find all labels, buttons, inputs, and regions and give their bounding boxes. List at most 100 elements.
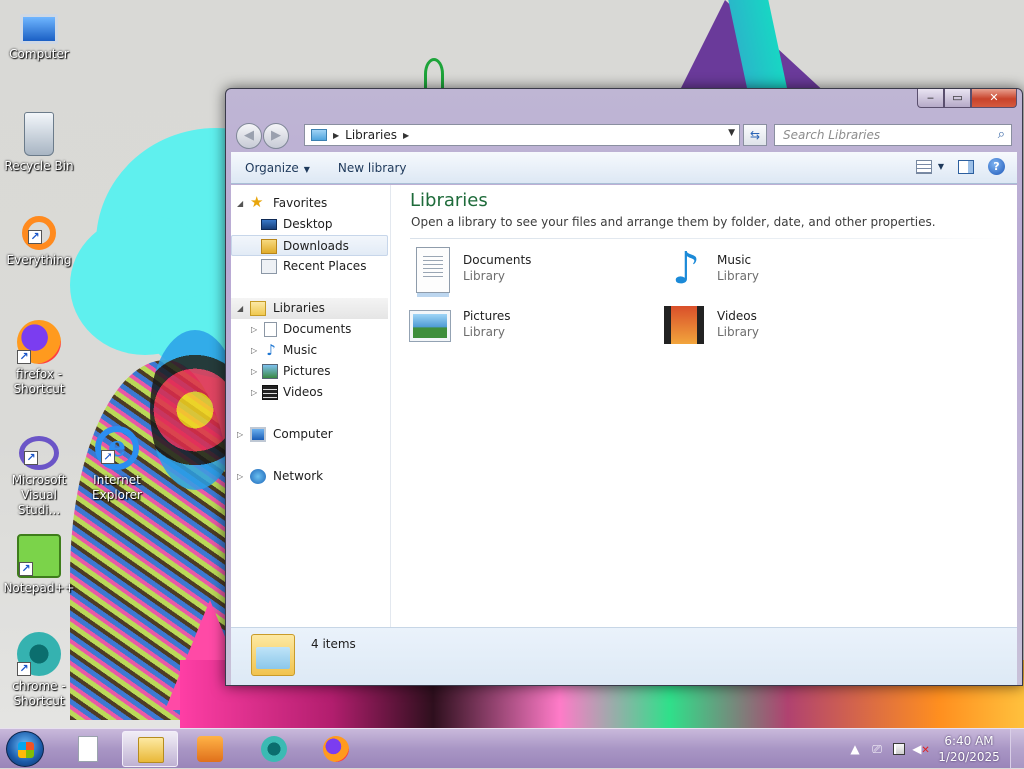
nav-item-network[interactable]: ▷ Network bbox=[231, 466, 388, 487]
libraries-folder-icon bbox=[311, 129, 327, 141]
expand-arrow-icon[interactable]: ▷ bbox=[237, 466, 243, 487]
library-type: Library bbox=[463, 325, 505, 339]
chevron-down-icon[interactable]: ▼ bbox=[728, 128, 735, 138]
pictures-library-icon bbox=[409, 310, 451, 342]
explorer-body: ◢ ★ Favorites Desktop Downloads Recent P… bbox=[231, 185, 1017, 685]
search-icon[interactable]: ⌕ bbox=[998, 125, 1005, 145]
shortcut-arrow-icon: ↗ bbox=[101, 450, 115, 464]
nav-label: Desktop bbox=[283, 217, 333, 231]
start-button[interactable] bbox=[6, 731, 44, 767]
nav-item-computer[interactable]: ▷ Computer bbox=[231, 424, 388, 445]
expand-arrow-icon[interactable]: ▷ bbox=[251, 319, 257, 340]
nav-label: Recent Places bbox=[283, 259, 367, 273]
library-item-music[interactable]: ♪ Music Library bbox=[664, 247, 884, 297]
collapse-arrow-icon[interactable]: ◢ bbox=[237, 193, 243, 214]
taskbar-app-media-player[interactable] bbox=[182, 731, 238, 767]
back-button[interactable]: ◀ bbox=[236, 123, 262, 149]
maximize-button[interactable]: ▭ bbox=[944, 89, 971, 108]
desktop-icon-chrome[interactable]: ↗ chrome - Shortcut bbox=[1, 632, 77, 709]
desktop-icon-label: Computer bbox=[9, 47, 69, 61]
change-view-button[interactable]: ▼ bbox=[915, 159, 944, 174]
desktop-icon-visual-studio[interactable]: ↗ Microsoft Visual Studi... bbox=[1, 436, 77, 518]
taskbar-app-file[interactable] bbox=[60, 731, 116, 767]
desktop-icon-recycle-bin[interactable]: Recycle Bin bbox=[1, 112, 77, 174]
breadcrumb-arrow-icon[interactable]: ▶ bbox=[403, 131, 409, 140]
nav-item-downloads[interactable]: Downloads bbox=[231, 235, 388, 256]
new-library-button[interactable]: New library bbox=[324, 161, 421, 175]
expand-arrow-icon[interactable]: ▷ bbox=[251, 382, 257, 403]
search-input[interactable]: Search Libraries ⌕ bbox=[774, 124, 1012, 146]
clock-date: 1/20/2025 bbox=[938, 750, 1000, 764]
nav-item-music[interactable]: ▷ ♪ Music bbox=[231, 340, 388, 361]
organize-button[interactable]: Organize ▼ bbox=[231, 161, 324, 175]
nav-label: Pictures bbox=[283, 364, 331, 378]
taskbar: ▲ ⎚ ◀✕ 6:40 AM 1/20/2025 bbox=[0, 728, 1024, 769]
preview-pane-button[interactable] bbox=[958, 159, 974, 174]
shortcut-arrow-icon: ↗ bbox=[17, 662, 31, 676]
firefox-icon bbox=[323, 736, 349, 762]
desktop-icon-firefox[interactable]: ↗ firefox - Shortcut bbox=[1, 320, 77, 397]
desktop-icon-label: Everything bbox=[6, 253, 72, 267]
nav-item-videos[interactable]: ▷ Videos bbox=[231, 382, 388, 403]
show-desktop-button[interactable] bbox=[1010, 729, 1024, 769]
library-name: Videos bbox=[717, 309, 757, 323]
documents-icon bbox=[264, 322, 277, 337]
address-bar[interactable]: ▶ Libraries ▶ ▼ bbox=[304, 124, 740, 146]
nav-item-pictures[interactable]: ▷ Pictures bbox=[231, 361, 388, 382]
action-center-flag-icon[interactable] bbox=[893, 743, 905, 755]
breadcrumb-libraries[interactable]: Libraries bbox=[345, 128, 397, 142]
nav-item-libraries[interactable]: ◢ Libraries bbox=[231, 298, 388, 319]
desktop-icon-everything[interactable]: ↗ Everything bbox=[1, 216, 77, 268]
library-name: Pictures bbox=[463, 309, 511, 323]
help-button[interactable]: ? bbox=[988, 158, 1005, 175]
minimize-button[interactable]: ‒ bbox=[917, 89, 944, 108]
address-row: ◀ ▶ ▶ Libraries ▶ ▼ ⇆ Search Libraries ⌕ bbox=[234, 122, 1014, 150]
show-hidden-icons-button[interactable]: ▲ bbox=[844, 742, 866, 756]
clock[interactable]: 6:40 AM 1/20/2025 bbox=[932, 733, 1006, 765]
collapse-arrow-icon[interactable]: ◢ bbox=[237, 298, 243, 319]
taskbar-app-edge[interactable] bbox=[246, 731, 302, 767]
pictures-icon bbox=[262, 364, 278, 379]
nav-item-desktop[interactable]: Desktop bbox=[231, 214, 388, 235]
desktop-icon-label: Internet Explorer bbox=[92, 473, 142, 502]
nav-label: Documents bbox=[283, 322, 352, 336]
library-item-pictures[interactable]: Pictures Library bbox=[409, 303, 630, 353]
forward-button[interactable]: ▶ bbox=[263, 123, 289, 149]
item-count: 4 items bbox=[311, 637, 356, 651]
desktop-icon-internet-explorer[interactable]: e ↗ Internet Explorer bbox=[79, 426, 155, 503]
network-tray-icon[interactable]: ⎚ bbox=[866, 742, 888, 757]
computer-icon bbox=[250, 427, 266, 442]
chrome-icon: ↗ bbox=[17, 632, 61, 676]
refresh-icon: ⇆ bbox=[749, 128, 761, 142]
expand-arrow-icon[interactable]: ▷ bbox=[251, 361, 257, 382]
page-description: Open a library to see your files and arr… bbox=[411, 215, 936, 229]
refresh-button[interactable]: ⇆ bbox=[743, 124, 767, 146]
nav-item-favorites[interactable]: ◢ ★ Favorites bbox=[231, 193, 388, 214]
shortcut-arrow-icon: ↗ bbox=[28, 230, 42, 244]
wallpaper-sprout bbox=[424, 58, 444, 90]
chevron-down-icon: ▼ bbox=[937, 162, 944, 171]
arrow-right-icon: ▶ bbox=[271, 128, 281, 143]
expand-arrow-icon[interactable]: ▷ bbox=[251, 340, 257, 361]
nav-item-documents[interactable]: ▷ Documents bbox=[231, 319, 388, 340]
nav-label: Computer bbox=[273, 427, 333, 441]
close-button[interactable]: ✕ bbox=[971, 89, 1017, 108]
library-item-videos[interactable]: Videos Library bbox=[664, 303, 884, 353]
library-type: Library bbox=[717, 269, 759, 283]
taskbar-app-explorer[interactable] bbox=[122, 731, 178, 767]
breadcrumb-arrow-icon[interactable]: ▶ bbox=[333, 131, 339, 140]
libraries-folder-icon bbox=[251, 634, 295, 676]
desktop-icon-computer[interactable]: Computer bbox=[1, 8, 77, 62]
volume-muted-icon[interactable]: ◀✕ bbox=[910, 742, 932, 756]
content-pane: Libraries Open a library to see your fil… bbox=[392, 185, 1017, 627]
libraries-folder-icon bbox=[250, 301, 266, 316]
desktop-icon-notepad-plus-plus[interactable]: ↗ Notepad++ bbox=[1, 534, 77, 596]
expand-arrow-icon[interactable]: ▷ bbox=[237, 424, 243, 445]
nav-item-recent-places[interactable]: Recent Places bbox=[231, 256, 388, 277]
music-icon: ♪ bbox=[266, 341, 276, 359]
taskbar-app-firefox[interactable] bbox=[308, 731, 364, 767]
library-item-documents[interactable]: Documents Library bbox=[410, 247, 630, 297]
page-title: Libraries bbox=[410, 190, 488, 211]
windows-explorer-icon bbox=[138, 737, 164, 763]
library-type: Library bbox=[463, 269, 505, 283]
